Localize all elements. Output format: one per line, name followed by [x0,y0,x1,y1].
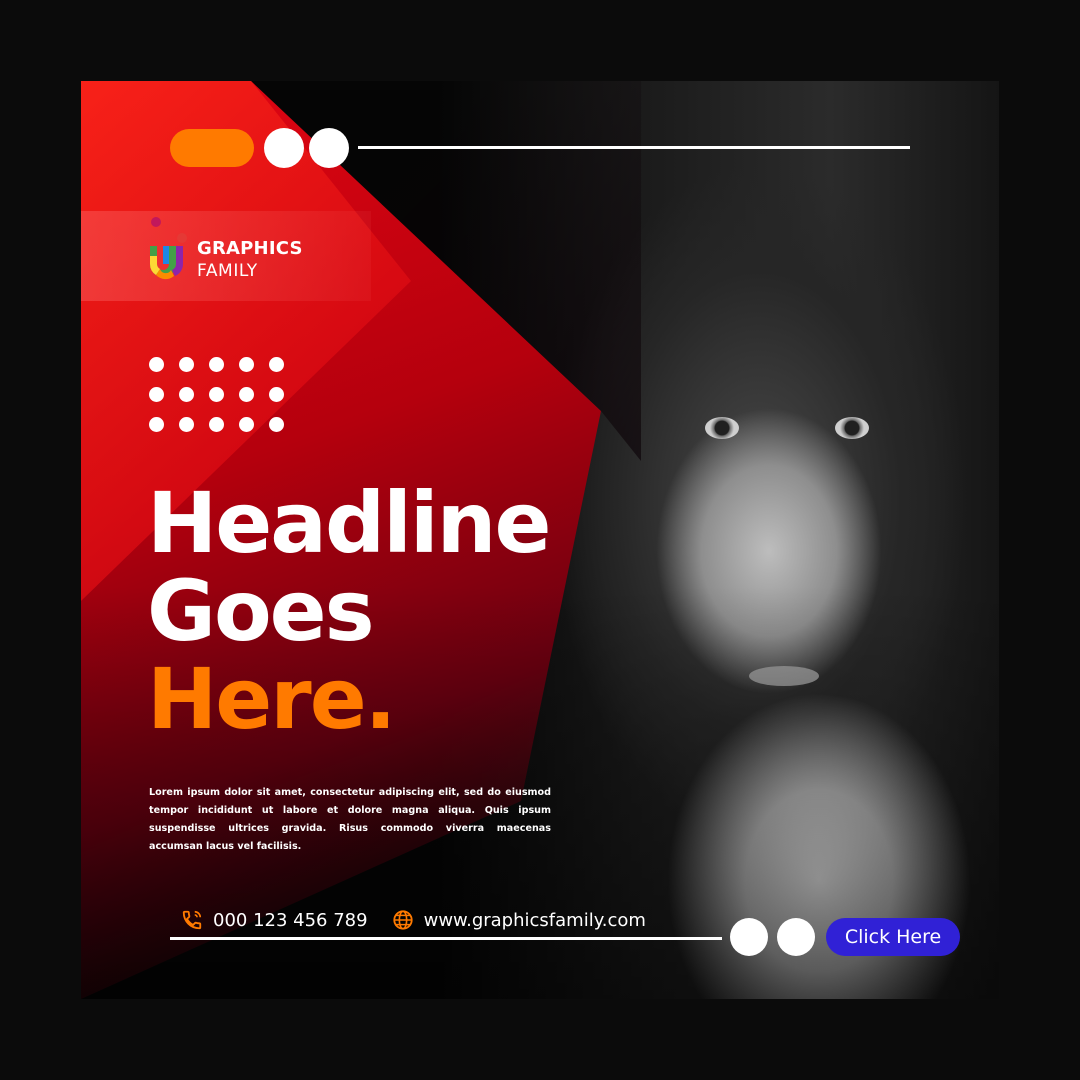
headline-period: . [364,650,397,748]
bottom-divider-line [170,937,722,940]
body-text: Lorem ipsum dolor sit amet, consectetur … [149,786,551,852]
phone-icon [182,910,202,930]
decorative-dot-grid [149,357,289,437]
contact-row: 000 123 456 789 www.graphicsfamily.com [181,904,646,936]
phone-number[interactable]: 000 123 456 789 [213,910,368,931]
headline-line3-text: Here [147,650,367,748]
click-here-button[interactable]: Click Here [826,918,960,956]
grid-dot [269,417,284,432]
grid-dot [209,387,224,402]
headline-line1: Headline [147,474,551,572]
grid-dot [149,417,164,432]
grid-dot [149,387,164,402]
social-post-card: GRAPHICS FAMILY Headline Goes Here. Lore… [81,81,999,999]
headline: Headline Goes Here. [147,474,551,743]
grid-dot [179,387,194,402]
grid-dot [239,387,254,402]
grid-dot [269,357,284,372]
grid-dot [179,417,194,432]
bottom-white-dot [730,918,768,956]
grid-dot [269,387,284,402]
top-white-dot [309,128,349,168]
grid-dot [179,357,194,372]
bottom-white-dot [777,918,815,956]
grid-dot [239,357,254,372]
brand-name-line1: GRAPHICS [197,238,303,259]
grid-dot [239,417,254,432]
brand-name: GRAPHICS FAMILY [197,237,303,283]
top-white-dot [264,128,304,168]
top-orange-pill [170,129,254,167]
brand-name-line2: FAMILY [197,261,258,281]
globe-icon [392,910,413,930]
headline-line2: Goes [147,562,375,660]
grid-dot [209,417,224,432]
grid-dot [149,357,164,372]
grid-dot [209,357,224,372]
headline-line3: Here. [147,655,549,743]
top-divider-line [358,146,910,149]
website-link[interactable]: www.graphicsfamily.com [424,910,646,931]
graphics-family-logo-icon [149,217,187,280]
